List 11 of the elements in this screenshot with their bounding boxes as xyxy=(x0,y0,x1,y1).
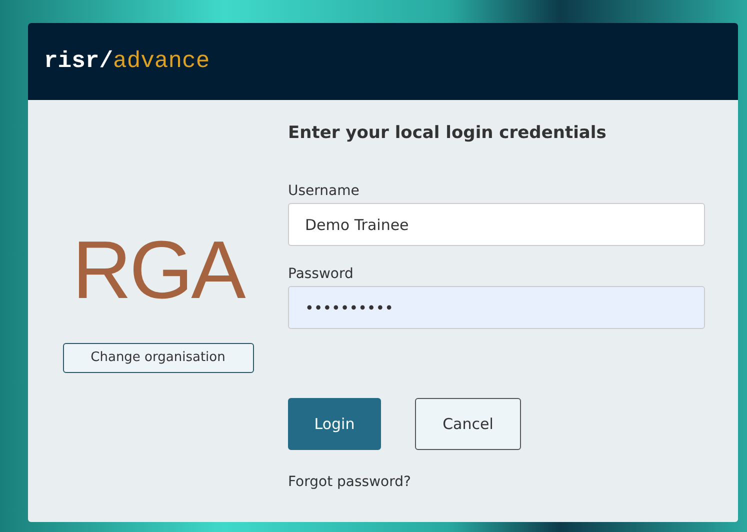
logo: risr/advance xyxy=(44,47,210,76)
field-label: Password xyxy=(288,265,354,284)
organisation-name: RGA xyxy=(72,230,244,312)
input-field[interactable]: Demo Trainee xyxy=(288,203,705,246)
cancel-button[interactable]: Cancel xyxy=(415,398,521,450)
forgot-password-link[interactable]: Forgot password? xyxy=(288,472,411,493)
login-button[interactable]: Login xyxy=(288,398,381,450)
form-heading: Enter your local login credentials xyxy=(288,122,608,145)
input-field[interactable]: •••••••••• xyxy=(288,286,705,329)
field-label: Username xyxy=(288,182,360,201)
change-organisation-button[interactable]: Change organisation xyxy=(62,343,254,373)
